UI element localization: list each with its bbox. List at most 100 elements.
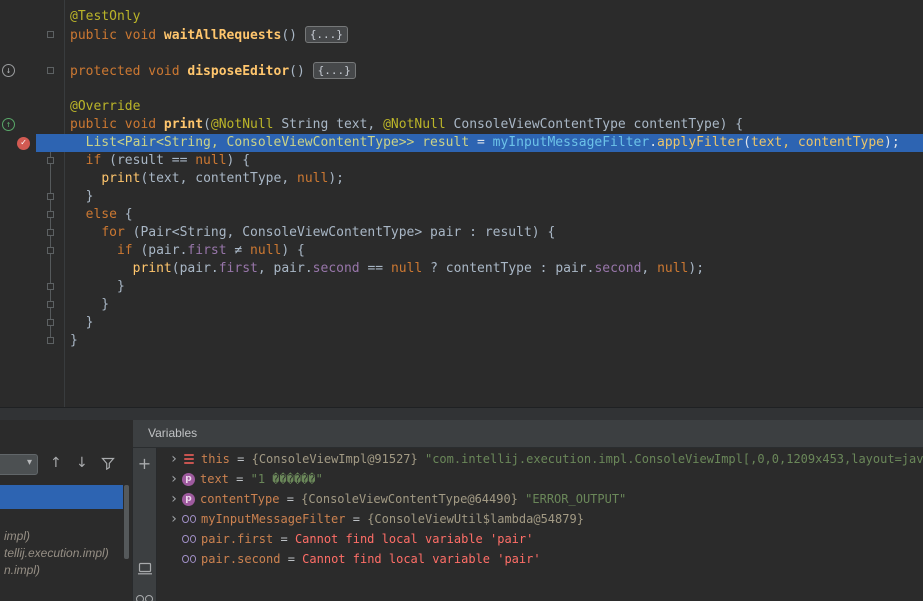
glasses-icon [136, 588, 153, 601]
code-token: if [116, 243, 141, 258]
variable-value: {ConsoleViewContentType@64490} [301, 492, 526, 506]
variable-value: {ConsoleViewUtil$lambda@54879} [367, 512, 584, 526]
overriding-method-marker-icon[interactable]: ↑ [2, 118, 15, 131]
variable-row[interactable]: pair.second = Cannot find local variable… [158, 549, 923, 569]
code-line[interactable]: for (Pair<String, ConsoleViewContentType… [70, 224, 923, 242]
frame-row[interactable]: impl) [4, 528, 126, 545]
variable-row[interactable]: pair.first = Cannot find local variable … [158, 529, 923, 549]
code-token: . [649, 135, 658, 150]
breakpoint-icon[interactable]: ✓ [17, 137, 30, 150]
fold-marker[interactable] [47, 301, 54, 308]
code-token: else [85, 207, 117, 222]
code-line[interactable]: else { [70, 206, 923, 224]
code-token: {...} [304, 26, 348, 43]
frame-row[interactable]: n.impl) [4, 562, 126, 579]
watch-icon [182, 552, 196, 566]
code-line[interactable]: } [70, 188, 923, 206]
code-line[interactable]: List<Pair<String, ConsoleViewContentType… [36, 134, 923, 152]
code-line[interactable]: print(text, contentType, null); [70, 170, 923, 188]
code-line[interactable]: public void waitAllRequests() {...} [70, 26, 923, 44]
code-token: } [70, 189, 94, 204]
code-token: @NotNull [210, 117, 282, 132]
code-token: @NotNull [383, 117, 454, 132]
frames-pane: ▾ ↑ ↓ impl) tellij.execution.impl) n.impl) [0, 448, 132, 601]
fold-marker[interactable] [47, 31, 54, 38]
variable-value: {ConsoleViewImpl@91527} [251, 452, 425, 466]
variables-header: Variables [133, 420, 923, 448]
code-line[interactable]: } [70, 314, 923, 332]
code-token: (pair. [140, 243, 188, 258]
add-watch-button[interactable]: + [133, 454, 156, 473]
next-frame-button[interactable]: ↓ [76, 455, 88, 471]
code-line[interactable]: if (result == null) { [70, 152, 923, 170]
code-token: null [195, 153, 227, 168]
fold-marker[interactable] [47, 67, 54, 74]
equals-sign: = [345, 512, 368, 526]
frames-scrollbar[interactable] [124, 485, 129, 559]
fold-marker[interactable] [47, 337, 54, 344]
code-line[interactable]: @Override [70, 98, 923, 116]
selected-frame-row[interactable] [0, 485, 123, 509]
code-token: == [359, 261, 391, 276]
expand-chevron-icon[interactable]: › [166, 511, 182, 527]
splitter-handle[interactable] [0, 408, 923, 420]
fold-marker[interactable] [47, 247, 54, 254]
variable-row[interactable]: › p contentType = {ConsoleViewContentType@… [158, 489, 923, 509]
code-token: () [289, 64, 313, 79]
gutter-separator [64, 0, 65, 407]
variable-name: pair.second [201, 552, 281, 566]
fold-marker[interactable] [47, 211, 54, 218]
code-token: (pair. [171, 261, 219, 276]
hide-frames-filter-button[interactable] [101, 457, 115, 474]
code-line[interactable]: if (pair.first ≠ null) { [70, 242, 923, 260]
code-token: () [281, 28, 305, 43]
code-token: ) { [226, 153, 251, 168]
frame-row[interactable]: tellij.execution.impl) [4, 545, 126, 562]
expand-chevron-icon[interactable]: › [166, 491, 182, 507]
variables-pane: › this = {ConsoleViewImpl@91527} "com.int… [158, 448, 923, 601]
variable-name: this [201, 452, 230, 466]
code-line[interactable] [70, 44, 923, 62]
code-line[interactable]: } [70, 332, 923, 350]
code-line[interactable]: } [70, 278, 923, 296]
fold-marker[interactable] [47, 157, 54, 164]
overridden-method-marker-icon[interactable]: ↓ [2, 64, 15, 77]
variables-tree[interactable]: › this = {ConsoleViewImpl@91527} "com.int… [158, 449, 923, 569]
code-line[interactable]: protected void disposeEditor() {...} [70, 62, 923, 80]
watches-toggle-button[interactable] [133, 588, 156, 601]
code-token: @Override [70, 99, 141, 114]
code-token: } [70, 315, 94, 330]
chevron-down-icon: ▾ [26, 457, 32, 468]
code-editor[interactable]: ↓ ↑ ✓ @TestOnly public void waitAllReques… [0, 0, 923, 407]
fold-marker[interactable] [47, 229, 54, 236]
code-token: myInputMessageFilter [492, 135, 650, 150]
code-line[interactable]: @TestOnly [70, 8, 923, 26]
expand-chevron-icon[interactable]: › [166, 471, 182, 487]
variable-value: Cannot find local variable 'pair' [302, 552, 541, 566]
frames-list[interactable]: impl) tellij.execution.impl) n.impl) [0, 481, 132, 601]
thread-selector-combo[interactable]: ▾ [0, 454, 38, 475]
variable-row[interactable]: › p text = "1 ������" [158, 469, 923, 489]
fold-marker[interactable] [47, 283, 54, 290]
code-token: protected void [70, 64, 188, 79]
code-area[interactable]: @TestOnly public void waitAllRequests() {… [36, 8, 923, 350]
variable-row[interactable]: › myInputMessageFilter = {ConsoleViewUtil… [158, 509, 923, 529]
variable-row[interactable]: › this = {ConsoleViewImpl@91527} "com.int… [158, 449, 923, 469]
fold-marker[interactable] [47, 193, 54, 200]
code-token: {...} [312, 62, 356, 79]
expand-chevron-icon[interactable]: › [166, 451, 182, 467]
code-line[interactable]: public void print(@NotNull String text, … [70, 116, 923, 134]
previous-frame-button[interactable]: ↑ [50, 455, 62, 471]
code-token: if [85, 153, 110, 168]
code-line[interactable] [70, 80, 923, 98]
code-line[interactable]: print(pair.first, pair.second == null ? … [70, 260, 923, 278]
code-token: waitAllRequests [163, 28, 282, 43]
code-token: print [132, 261, 172, 276]
code-token: ≠ [226, 243, 251, 258]
fold-marker[interactable] [47, 319, 54, 326]
code-line[interactable]: } [70, 296, 923, 314]
evaluate-button[interactable] [133, 560, 156, 579]
